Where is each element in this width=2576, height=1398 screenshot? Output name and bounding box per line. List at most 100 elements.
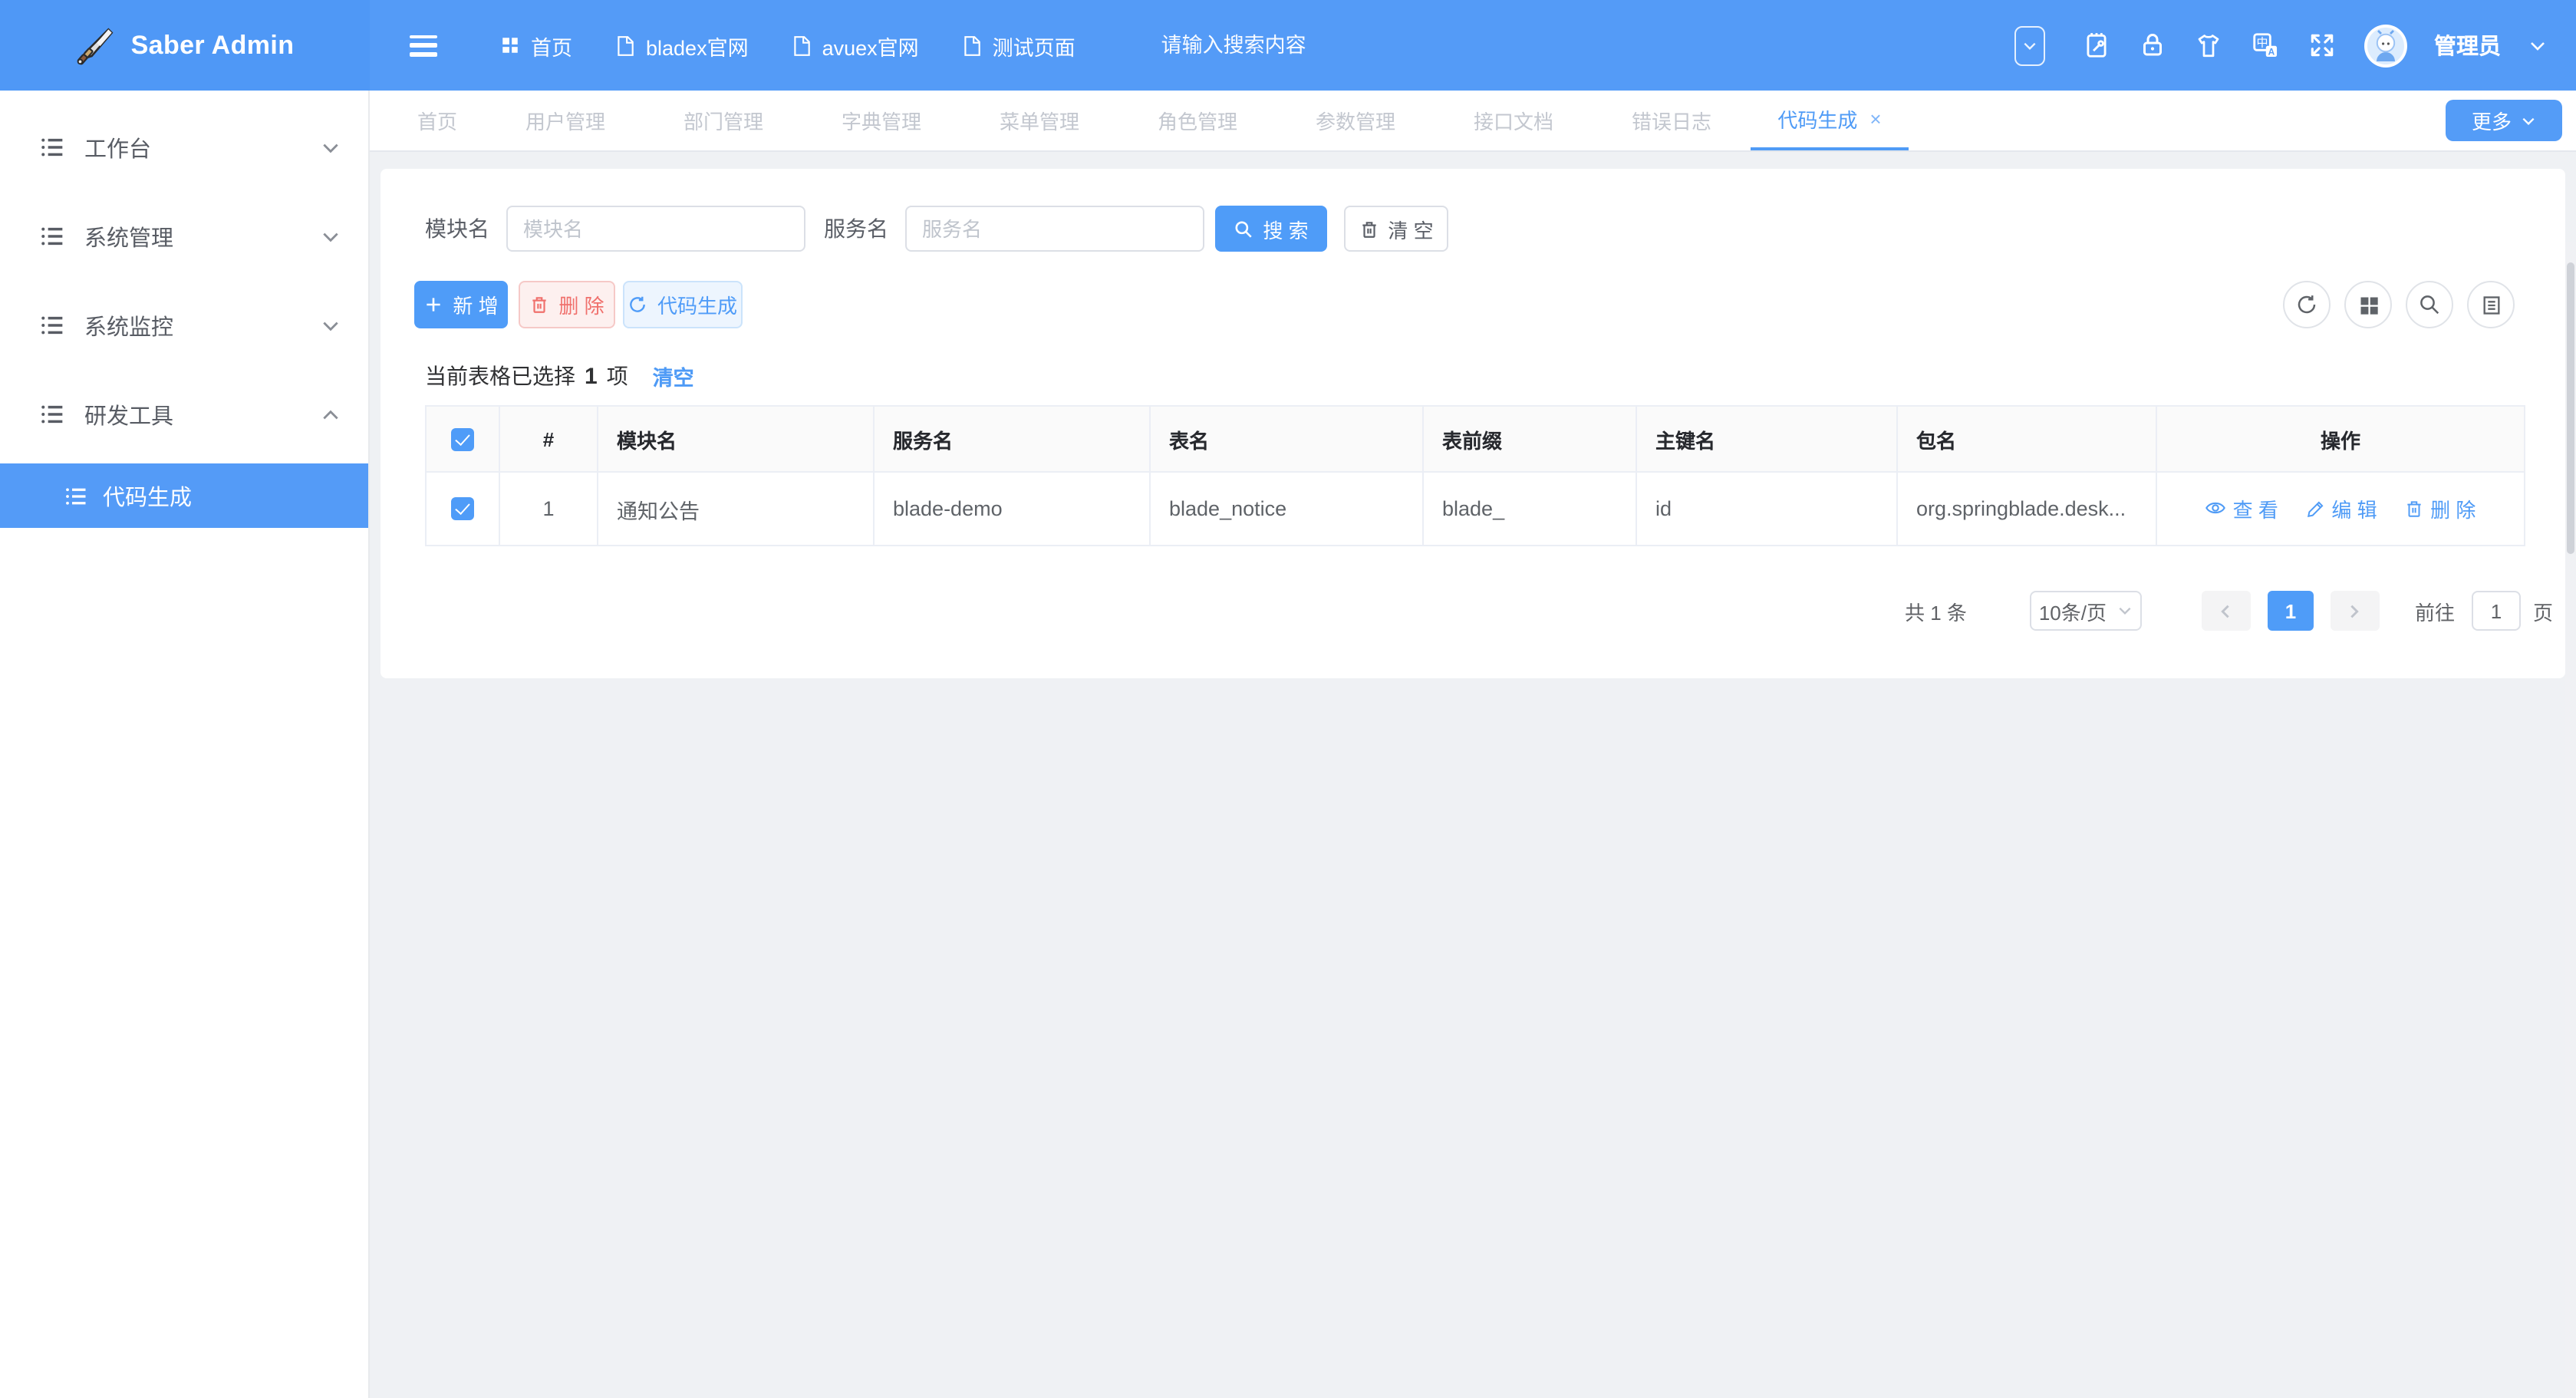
user-avatar[interactable] bbox=[2364, 24, 2406, 67]
pagination: 共 1 条 10条/页 1 前往 页 bbox=[380, 591, 2553, 631]
delete-link[interactable]: 删 除 bbox=[2404, 495, 2476, 524]
sidebar-item-workbench[interactable]: 工作台 bbox=[0, 103, 368, 192]
chevron-up-icon bbox=[321, 404, 341, 424]
cell-table-name: blade_notice bbox=[1150, 472, 1423, 546]
lock-icon[interactable] bbox=[2138, 31, 2166, 60]
menu-collapse-icon[interactable] bbox=[410, 35, 437, 56]
clear-selection-link[interactable]: 清空 bbox=[653, 361, 694, 391]
document-icon bbox=[962, 35, 982, 56]
refresh-icon bbox=[2295, 293, 2318, 316]
table-header-row: # 模块名 服务名 表名 表前缀 主键名 包名 操作 bbox=[426, 406, 2525, 472]
logo[interactable]: Saber Admin bbox=[0, 0, 370, 91]
service-name-input[interactable] bbox=[905, 206, 1204, 252]
page-size-select[interactable]: 10条/页 bbox=[2030, 591, 2142, 631]
tab-api-docs[interactable]: 接口文档 bbox=[1435, 91, 1593, 150]
debug-tool-icon[interactable] bbox=[2081, 31, 2110, 60]
grid-icon bbox=[500, 35, 520, 55]
column-header-pk: 主键名 bbox=[1636, 406, 1897, 472]
plus-icon bbox=[423, 295, 443, 315]
tab-dict-management[interactable]: 字典管理 bbox=[802, 91, 960, 150]
table-actions: 新 增 删 除 代码生成 bbox=[414, 281, 2515, 328]
chevron-down-icon bbox=[321, 315, 341, 335]
column-header-operations: 操作 bbox=[2156, 406, 2525, 472]
next-page-button[interactable] bbox=[2331, 591, 2380, 631]
search-icon bbox=[1234, 219, 1253, 239]
delete-button[interactable]: 删 除 bbox=[519, 281, 615, 328]
cell-service: blade-demo bbox=[874, 472, 1150, 546]
tab-param-management[interactable]: 参数管理 bbox=[1276, 91, 1435, 150]
chevron-down-icon bbox=[321, 137, 341, 157]
add-button[interactable]: 新 增 bbox=[414, 281, 508, 328]
page-number-1[interactable]: 1 bbox=[2268, 591, 2314, 631]
column-header-module: 模块名 bbox=[598, 406, 874, 472]
column-header-prefix: 表前缀 bbox=[1423, 406, 1636, 472]
list-icon bbox=[40, 135, 64, 160]
code-generate-button[interactable]: 代码生成 bbox=[623, 281, 743, 328]
column-settings-button[interactable] bbox=[2467, 281, 2515, 328]
global-search-input[interactable] bbox=[1161, 33, 1422, 56]
topbar-link-bladex[interactable]: bladex官网 bbox=[615, 30, 749, 61]
list-icon bbox=[40, 224, 64, 249]
row-checkbox[interactable] bbox=[451, 498, 474, 521]
sidebar-item-system-monitor[interactable]: 系统监控 bbox=[0, 281, 368, 370]
topbar: Saber Admin 首页 bbox=[0, 0, 2576, 91]
column-search-button[interactable] bbox=[2406, 281, 2453, 328]
refresh-button[interactable] bbox=[2283, 281, 2331, 328]
more-tabs-button[interactable]: 更多 bbox=[2446, 100, 2562, 141]
tab-menu-management[interactable]: 菜单管理 bbox=[960, 91, 1118, 150]
sidebar-item-code-generation[interactable]: 代码生成 bbox=[0, 463, 368, 528]
topbar-actions: 中 A bbox=[2014, 24, 2576, 67]
topbar-link-avuex[interactable]: avuex官网 bbox=[792, 30, 919, 61]
sidebar-item-system-management[interactable]: 系统管理 bbox=[0, 192, 368, 281]
grid-size-button[interactable] bbox=[2344, 281, 2392, 328]
pencil-icon bbox=[2305, 500, 2325, 519]
chevron-right-icon bbox=[2347, 602, 2364, 619]
tab-code-generation[interactable]: 代码生成 × bbox=[1751, 91, 1909, 150]
search-button[interactable]: 搜 索 bbox=[1215, 206, 1327, 252]
tab-user-management[interactable]: 用户管理 bbox=[486, 91, 644, 150]
module-name-label: 模块名 bbox=[425, 213, 489, 244]
trash-icon bbox=[529, 295, 549, 315]
scrollbar-thumb[interactable] bbox=[2567, 262, 2574, 554]
goto-page-input[interactable] bbox=[2472, 591, 2521, 631]
clear-button[interactable]: 清 空 bbox=[1344, 206, 1448, 252]
top-menu-toggle-button[interactable] bbox=[2014, 25, 2044, 65]
svg-text:A: A bbox=[2268, 46, 2275, 57]
close-icon[interactable]: × bbox=[1869, 109, 1881, 129]
data-table: # 模块名 服务名 表名 表前缀 主键名 包名 操作 1 通知公告 bbox=[425, 405, 2525, 546]
select-all-checkbox[interactable] bbox=[451, 428, 474, 451]
document-list-icon bbox=[2480, 294, 2502, 315]
cell-prefix: blade_ bbox=[1423, 472, 1636, 546]
edit-link[interactable]: 编 辑 bbox=[2305, 495, 2377, 524]
service-name-label: 服务名 bbox=[824, 213, 888, 244]
sidebar-item-dev-tools[interactable]: 研发工具 bbox=[0, 370, 368, 459]
topbar-link-test-page[interactable]: 测试页面 bbox=[962, 30, 1076, 61]
tabbar: 首页 用户管理 部门管理 字典管理 菜单管理 角色管理 参数管理 接口文档 错误… bbox=[370, 91, 2576, 152]
trash-icon bbox=[1359, 219, 1379, 239]
document-icon bbox=[615, 35, 635, 56]
list-icon bbox=[40, 402, 64, 427]
app-title: Saber Admin bbox=[131, 30, 295, 61]
fullscreen-icon[interactable] bbox=[2307, 31, 2336, 60]
eye-icon bbox=[2205, 498, 2227, 519]
content-panel: 模块名 服务名 搜 索 清 空 新 增 bbox=[380, 169, 2565, 678]
filter-form: 模块名 服务名 搜 索 清 空 bbox=[425, 206, 2525, 252]
sidebar: 工作台 系统管理 系统监控 bbox=[0, 91, 370, 1398]
chevron-down-icon bbox=[2117, 603, 2133, 618]
view-link[interactable]: 查 看 bbox=[2205, 494, 2278, 523]
user-menu-chevron-down-icon[interactable] bbox=[2528, 36, 2547, 54]
table-row[interactable]: 1 通知公告 blade-demo blade_notice blade_ id… bbox=[426, 472, 2525, 546]
current-user[interactable]: 管理员 bbox=[2434, 29, 2501, 61]
module-name-input[interactable] bbox=[506, 206, 805, 252]
prev-page-button[interactable] bbox=[2202, 591, 2251, 631]
column-header-service: 服务名 bbox=[874, 406, 1150, 472]
sword-logo-icon bbox=[76, 25, 116, 65]
language-translate-icon[interactable]: 中 A bbox=[2250, 31, 2279, 60]
theme-tshirt-icon[interactable] bbox=[2193, 31, 2222, 59]
tab-role-management[interactable]: 角色管理 bbox=[1118, 91, 1276, 150]
topbar-link-home[interactable]: 首页 bbox=[500, 30, 572, 61]
scrollbar-track[interactable] bbox=[2565, 242, 2576, 1398]
tab-dept-management[interactable]: 部门管理 bbox=[644, 91, 802, 150]
tab-error-log[interactable]: 错误日志 bbox=[1593, 91, 1751, 150]
tab-home[interactable]: 首页 bbox=[388, 91, 486, 150]
